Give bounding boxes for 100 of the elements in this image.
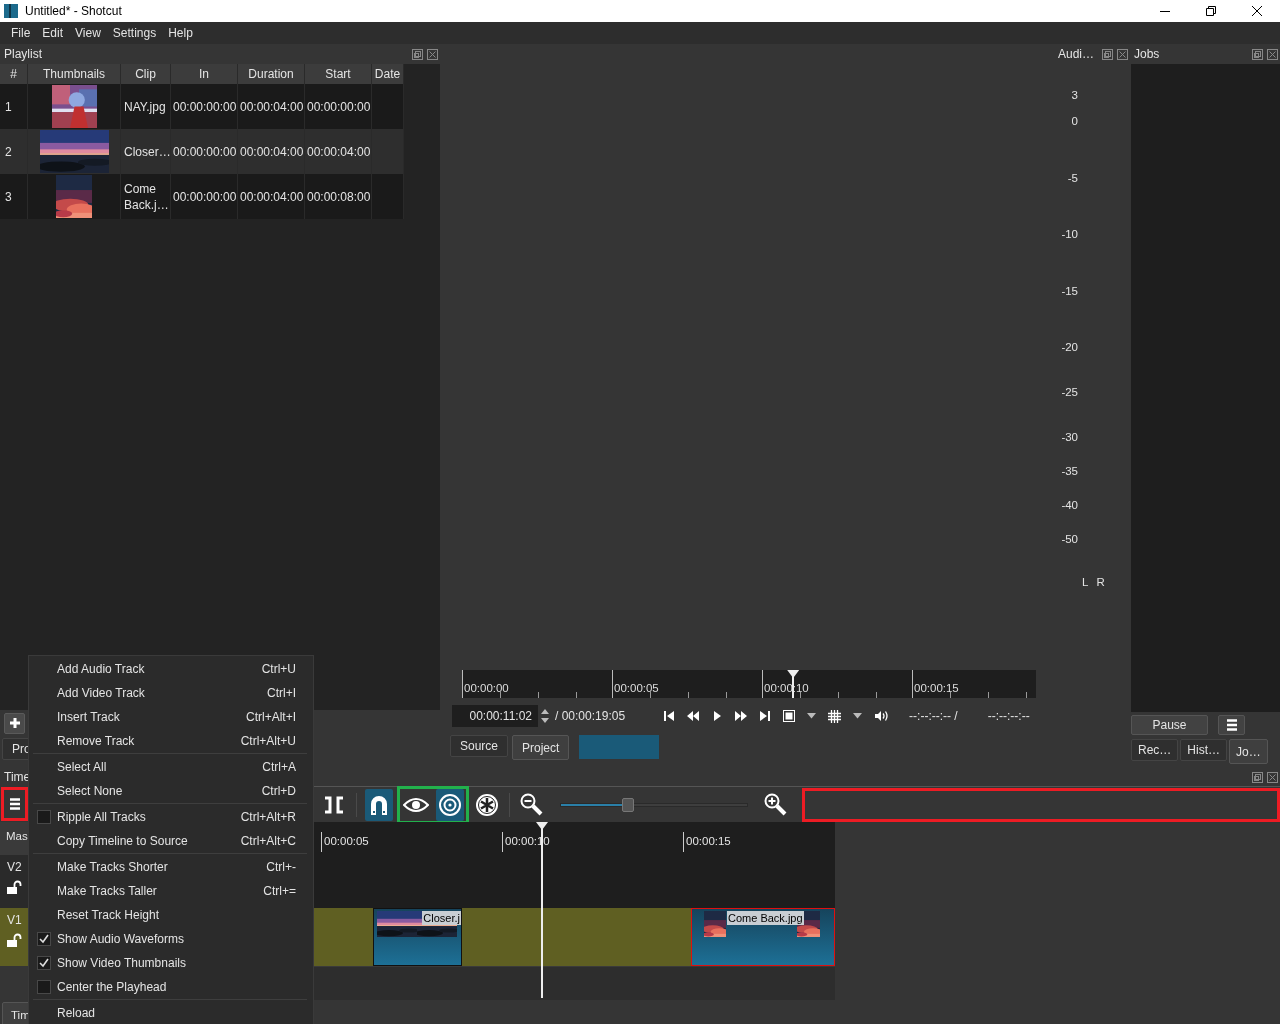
menu-item[interactable]: Settings bbox=[107, 26, 164, 40]
menu-icon[interactable] bbox=[9, 798, 20, 810]
scale-label: -5 bbox=[1067, 172, 1078, 184]
column-header[interactable]: Date bbox=[372, 64, 404, 84]
table-cell: Come Back.j… bbox=[121, 174, 171, 219]
app-logo bbox=[3, 3, 19, 19]
menu-item[interactable]: Edit bbox=[37, 26, 71, 40]
menu-item[interactable]: Show Video Thumbnails bbox=[57, 956, 296, 970]
menu-item[interactable]: Center the Playhead bbox=[57, 980, 296, 994]
unlock-icon[interactable] bbox=[7, 880, 23, 894]
scale-label: 0 bbox=[1071, 115, 1078, 127]
menu-icon bbox=[1226, 719, 1237, 731]
target-button[interactable] bbox=[436, 788, 464, 821]
tab[interactable]: Source bbox=[450, 735, 509, 757]
column-header[interactable]: Thumbnails bbox=[28, 64, 121, 84]
table-cell bbox=[372, 84, 404, 129]
shortcut-label: Ctrl+= bbox=[263, 884, 296, 898]
table-cell: 3 bbox=[0, 174, 28, 219]
caret-icon[interactable] bbox=[807, 713, 817, 719]
slider-handle[interactable] bbox=[621, 797, 634, 812]
ruler-label: 00:00:15 bbox=[914, 682, 959, 694]
column-header[interactable]: # bbox=[0, 64, 28, 84]
menu-item[interactable]: Reload bbox=[57, 1006, 296, 1020]
menu-item[interactable]: Select None bbox=[57, 784, 262, 798]
menu-item[interactable]: View bbox=[70, 26, 108, 40]
fast-forward-icon[interactable] bbox=[735, 710, 748, 722]
clip[interactable]: Closer.j bbox=[373, 908, 462, 966]
scale-label: -30 bbox=[1061, 431, 1078, 443]
menu-item[interactable]: Make Tracks Shorter bbox=[57, 860, 267, 874]
menu-item[interactable]: Show Audio Waveforms bbox=[57, 932, 296, 946]
menu-item[interactable]: Copy Timeline to Source bbox=[57, 834, 241, 848]
column-header[interactable]: Duration bbox=[238, 64, 305, 84]
tab[interactable]: Rec… bbox=[1131, 739, 1179, 761]
menu-item[interactable]: Reset Track Height bbox=[57, 908, 296, 922]
zoom-slider[interactable] bbox=[560, 802, 748, 807]
skip-end-icon[interactable] bbox=[759, 710, 772, 722]
menu-item[interactable]: Add Audio Track bbox=[57, 662, 262, 676]
add-button[interactable] bbox=[4, 712, 25, 734]
float-icon[interactable] bbox=[1252, 771, 1263, 783]
shortcut-label: Ctrl+Alt+U bbox=[240, 734, 296, 748]
table-cell: 00:00:00:00 bbox=[171, 129, 238, 174]
scale-label: 3 bbox=[1071, 89, 1078, 101]
table-cell: 00:00:04:00 bbox=[238, 174, 305, 219]
scale-label: -20 bbox=[1061, 341, 1078, 353]
table-cell: Closer… bbox=[121, 129, 171, 174]
shortcut-label: Ctrl+Alt+I bbox=[246, 710, 296, 724]
plus-icon bbox=[8, 717, 21, 729]
menu-item[interactable]: Make Tracks Taller bbox=[57, 884, 264, 898]
restore-icon[interactable] bbox=[1206, 6, 1216, 16]
channel-label: R bbox=[1096, 576, 1105, 588]
clip-label: Closer.j bbox=[422, 911, 461, 925]
track-label: V2 bbox=[7, 860, 23, 874]
checkbox[interactable] bbox=[37, 980, 51, 994]
column-header[interactable]: In bbox=[171, 64, 238, 84]
column-header[interactable]: Clip bbox=[121, 64, 171, 84]
ruler-label: 00:00:05 bbox=[324, 835, 369, 847]
menu-item[interactable]: Select All bbox=[57, 760, 263, 774]
clip[interactable]: Come Back.jpg bbox=[691, 908, 835, 966]
close-icon[interactable] bbox=[1252, 6, 1262, 16]
menu-button[interactable] bbox=[1218, 715, 1245, 735]
menu-item[interactable]: File bbox=[6, 26, 38, 40]
magnet-icon bbox=[368, 793, 390, 816]
float-icon[interactable] bbox=[1102, 48, 1113, 60]
checkbox[interactable] bbox=[37, 956, 51, 970]
rewind-icon[interactable] bbox=[687, 710, 700, 722]
tab[interactable]: Jo… bbox=[1229, 739, 1268, 764]
tab[interactable]: Hist… bbox=[1180, 739, 1227, 761]
zoom-in-icon[interactable] bbox=[764, 792, 788, 817]
table-cell: 00:00:00:00 bbox=[171, 84, 238, 129]
zoom-out-icon[interactable] bbox=[520, 792, 544, 817]
eye-icon bbox=[403, 795, 429, 814]
skip-start-icon[interactable] bbox=[663, 710, 676, 722]
scale-label: -40 bbox=[1061, 499, 1078, 511]
magnet-button[interactable] bbox=[365, 788, 393, 821]
float-icon[interactable] bbox=[1252, 48, 1263, 60]
menu-item[interactable]: Remove Track bbox=[57, 734, 241, 748]
pause-button[interactable]: Pause bbox=[1131, 715, 1208, 735]
table-cell: 00:00:04:00 bbox=[305, 129, 372, 174]
unlock-icon[interactable] bbox=[7, 933, 23, 947]
table-cell: 1 bbox=[0, 84, 28, 129]
window-title: Untitled* - Shotcut bbox=[25, 4, 122, 18]
timecode-field[interactable]: 00:00:11:02 bbox=[452, 705, 538, 727]
grid-icon[interactable] bbox=[828, 709, 842, 723]
menu-item[interactable]: Add Video Track bbox=[57, 686, 267, 700]
table-cell: NAY.jpg bbox=[121, 84, 171, 129]
column-header[interactable]: Start bbox=[305, 64, 372, 84]
ruler-label: 00:00:00 bbox=[464, 682, 509, 694]
panel-title: Playlist bbox=[4, 47, 43, 61]
checkbox[interactable] bbox=[37, 810, 51, 824]
table-cell: 00:00:04:00 bbox=[238, 84, 305, 129]
menu-item[interactable]: Insert Track bbox=[57, 710, 246, 724]
float-icon[interactable] bbox=[412, 48, 423, 60]
tab[interactable]: Project bbox=[512, 735, 570, 760]
caret-icon[interactable] bbox=[853, 713, 863, 719]
menu-item[interactable]: Help bbox=[163, 26, 200, 40]
volume-icon[interactable] bbox=[874, 710, 890, 722]
zoom-icon[interactable] bbox=[783, 710, 796, 722]
duration-label: / 00:00:19:05 bbox=[555, 709, 626, 723]
menu-item[interactable]: Ripple All Tracks bbox=[57, 810, 241, 824]
checkbox[interactable] bbox=[37, 932, 51, 946]
